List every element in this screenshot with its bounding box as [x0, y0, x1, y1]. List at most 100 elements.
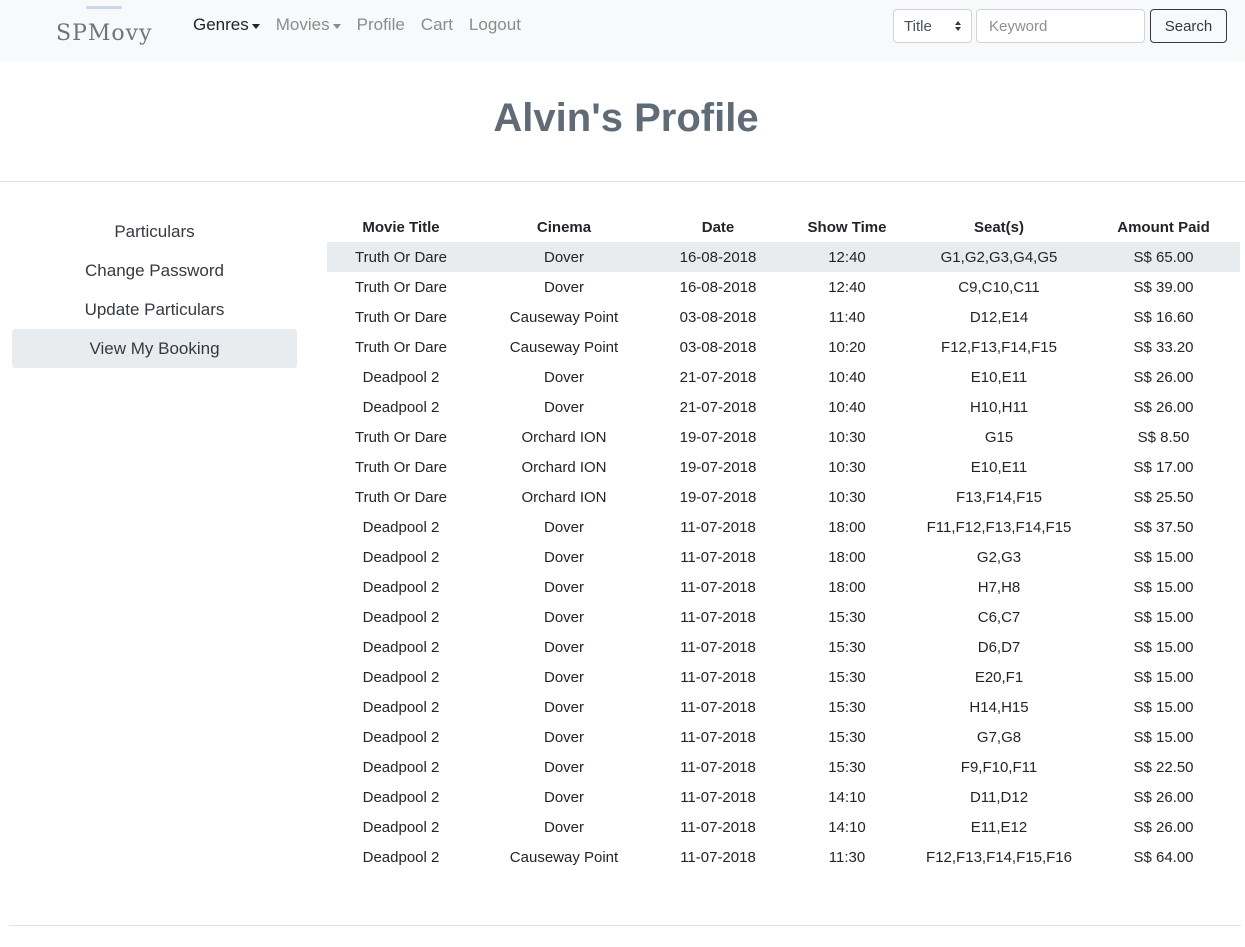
- show-time-cell: 14:10: [828, 818, 866, 836]
- amount-paid-cell: S$ 15.00: [1133, 548, 1194, 566]
- show-time-cell: 15:30: [828, 758, 866, 776]
- search-field-selected: Title: [904, 17, 932, 35]
- movie-title-cell: Truth Or Dare: [355, 338, 447, 356]
- table-row: Deadpool 2 Dover 11-07-2018 15:30 F9,F10,F11…: [327, 752, 1240, 782]
- seats-cell: C9,C10,C11: [958, 278, 1040, 296]
- movie-title-cell: Deadpool 2: [362, 728, 440, 746]
- seats-cell: F13,F14,F15: [956, 488, 1042, 506]
- show-time-cell: 10:30: [828, 458, 866, 476]
- date-cell: 11-07-2018: [680, 668, 756, 686]
- amount-paid-cell: S$ 15.00: [1133, 668, 1194, 686]
- seats-cell: G1,G2,G3,G4,G5: [940, 248, 1058, 266]
- table-row: Deadpool 2 Dover 11-07-2018 14:10 D11,D12 S$ …: [327, 782, 1240, 812]
- seats-cell: G15: [984, 428, 1014, 446]
- nav-cart-link[interactable]: Cart: [421, 15, 453, 35]
- nav-genres-dropdown[interactable]: Genres: [193, 15, 260, 35]
- show-time-cell: 18:00: [828, 548, 866, 566]
- footer-divider: [9, 925, 1241, 926]
- movie-title-cell: Truth Or Dare: [355, 308, 447, 326]
- movie-title-cell: Deadpool 2: [362, 368, 440, 386]
- cinema-cell: Dover: [543, 518, 584, 536]
- date-cell: 11-07-2018: [680, 578, 756, 596]
- show-time-cell: 10:30: [828, 428, 866, 446]
- nav-links: Genres Movies Profile Cart Logout: [193, 15, 537, 35]
- cinema-cell: Dover: [543, 668, 584, 686]
- table-row: Truth Or Dare Causeway Point 03-08-2018 11:…: [327, 302, 1240, 332]
- col-header-show-time: Show Time: [807, 218, 887, 236]
- amount-paid-cell: S$ 22.50: [1133, 758, 1194, 776]
- seats-cell: G2,G3: [976, 548, 1022, 566]
- show-time-cell: 15:30: [828, 698, 866, 716]
- date-cell: 16-08-2018: [679, 278, 757, 296]
- bookings-table-body: Truth Or Dare Dover 16-08-2018 12:40 G1,G2,G…: [327, 242, 1240, 872]
- bookings-table: Movie Title Cinema Date Show Time Seat(s…: [327, 212, 1240, 872]
- table-row: Deadpool 2 Dover 11-07-2018 14:10 E11,E12 S$ …: [327, 812, 1240, 842]
- col-header-movie-title: Movie Title: [362, 218, 440, 236]
- search-field-select[interactable]: Title: [893, 9, 972, 43]
- nav-profile-link[interactable]: Profile: [357, 15, 405, 35]
- sidebar-item-change-password[interactable]: Change Password: [12, 251, 297, 290]
- movie-title-cell: Deadpool 2: [362, 668, 440, 686]
- chevron-down-icon: [332, 23, 341, 29]
- show-time-cell: 15:30: [828, 638, 866, 656]
- show-time-cell: 11:40: [828, 308, 866, 326]
- show-time-cell: 10:40: [828, 398, 866, 416]
- amount-paid-cell: S$ 26.00: [1133, 368, 1194, 386]
- date-cell: 11-07-2018: [680, 818, 756, 836]
- search-button[interactable]: Search: [1150, 9, 1227, 43]
- cinema-cell: Dover: [543, 278, 584, 296]
- date-cell: 03-08-2018: [679, 338, 757, 356]
- table-row: Deadpool 2 Dover 11-07-2018 15:30 H14,H15 S$ …: [327, 692, 1240, 722]
- amount-paid-cell: S$ 16.60: [1133, 308, 1194, 326]
- amount-paid-cell: S$ 33.20: [1133, 338, 1194, 356]
- table-row: Deadpool 2 Dover 21-07-2018 10:40 H10,H11 S$ …: [327, 392, 1240, 422]
- nav-movies-label: Movies: [275, 15, 330, 34]
- show-time-cell: 11:30: [828, 848, 866, 866]
- table-row: Truth Or Dare Orchard ION 19-07-2018 10:30 G…: [327, 422, 1240, 452]
- seats-cell: F12,F13,F14,F15,F16: [926, 848, 1072, 866]
- table-row: Deadpool 2 Dover 11-07-2018 15:30 D6,D7 S$ 15…: [327, 632, 1240, 662]
- show-time-cell: 12:40: [828, 248, 866, 266]
- movie-title-cell: Deadpool 2: [362, 518, 440, 536]
- movie-title-cell: Deadpool 2: [362, 638, 440, 656]
- movie-title-cell: Truth Or Dare: [355, 428, 447, 446]
- date-cell: 11-07-2018: [680, 758, 756, 776]
- cinema-cell: Dover: [543, 788, 584, 806]
- amount-paid-cell: S$ 15.00: [1133, 728, 1194, 746]
- col-header-seats: Seat(s): [973, 218, 1025, 236]
- movie-title-cell: Deadpool 2: [362, 818, 440, 836]
- date-cell: 03-08-2018: [679, 308, 757, 326]
- seats-cell: D12,E14: [969, 308, 1029, 326]
- nav-movies-dropdown[interactable]: Movies: [276, 15, 341, 35]
- keyword-search-input[interactable]: [976, 9, 1145, 43]
- date-cell: 11-07-2018: [680, 788, 756, 806]
- table-header-row: Movie Title Cinema Date Show Time Seat(s…: [327, 212, 1240, 242]
- seats-cell: G7,G8: [976, 728, 1022, 746]
- col-header-amount-paid: Amount Paid: [1117, 218, 1210, 236]
- date-cell: 21-07-2018: [679, 368, 757, 386]
- cinema-cell: Dover: [543, 608, 584, 626]
- cinema-cell: Dover: [543, 818, 584, 836]
- seats-cell: F11,F12,F13,F14,F15: [926, 518, 1072, 536]
- sidebar-item-update-particulars[interactable]: Update Particulars: [12, 290, 297, 329]
- date-cell: 19-07-2018: [679, 428, 757, 446]
- brand-name: SPMovy: [56, 21, 153, 46]
- sidebar-item-particulars[interactable]: Particulars: [12, 212, 297, 251]
- date-cell: 11-07-2018: [680, 608, 756, 626]
- search-form: Title Search: [893, 9, 1227, 43]
- brand-logo[interactable]: SPMovy: [56, 6, 156, 54]
- seats-cell: D6,D7: [977, 638, 1021, 656]
- date-cell: 19-07-2018: [679, 458, 757, 476]
- table-row: Truth Or Dare Dover 16-08-2018 12:40 G1,G2,G…: [327, 242, 1240, 272]
- movie-title-cell: Truth Or Dare: [355, 488, 447, 506]
- cinema-cell: Orchard ION: [521, 428, 607, 446]
- nav-logout-link[interactable]: Logout: [469, 15, 521, 35]
- movie-title-cell: Deadpool 2: [362, 848, 440, 866]
- seats-cell: C6,C7: [977, 608, 1021, 626]
- amount-paid-cell: S$ 64.00: [1133, 848, 1194, 866]
- select-arrows-icon: [955, 21, 961, 31]
- date-cell: 11-07-2018: [680, 518, 756, 536]
- amount-paid-cell: S$ 25.50: [1133, 488, 1194, 506]
- date-cell: 11-07-2018: [680, 638, 756, 656]
- sidebar-item-view-my-booking[interactable]: View My Booking: [12, 329, 297, 368]
